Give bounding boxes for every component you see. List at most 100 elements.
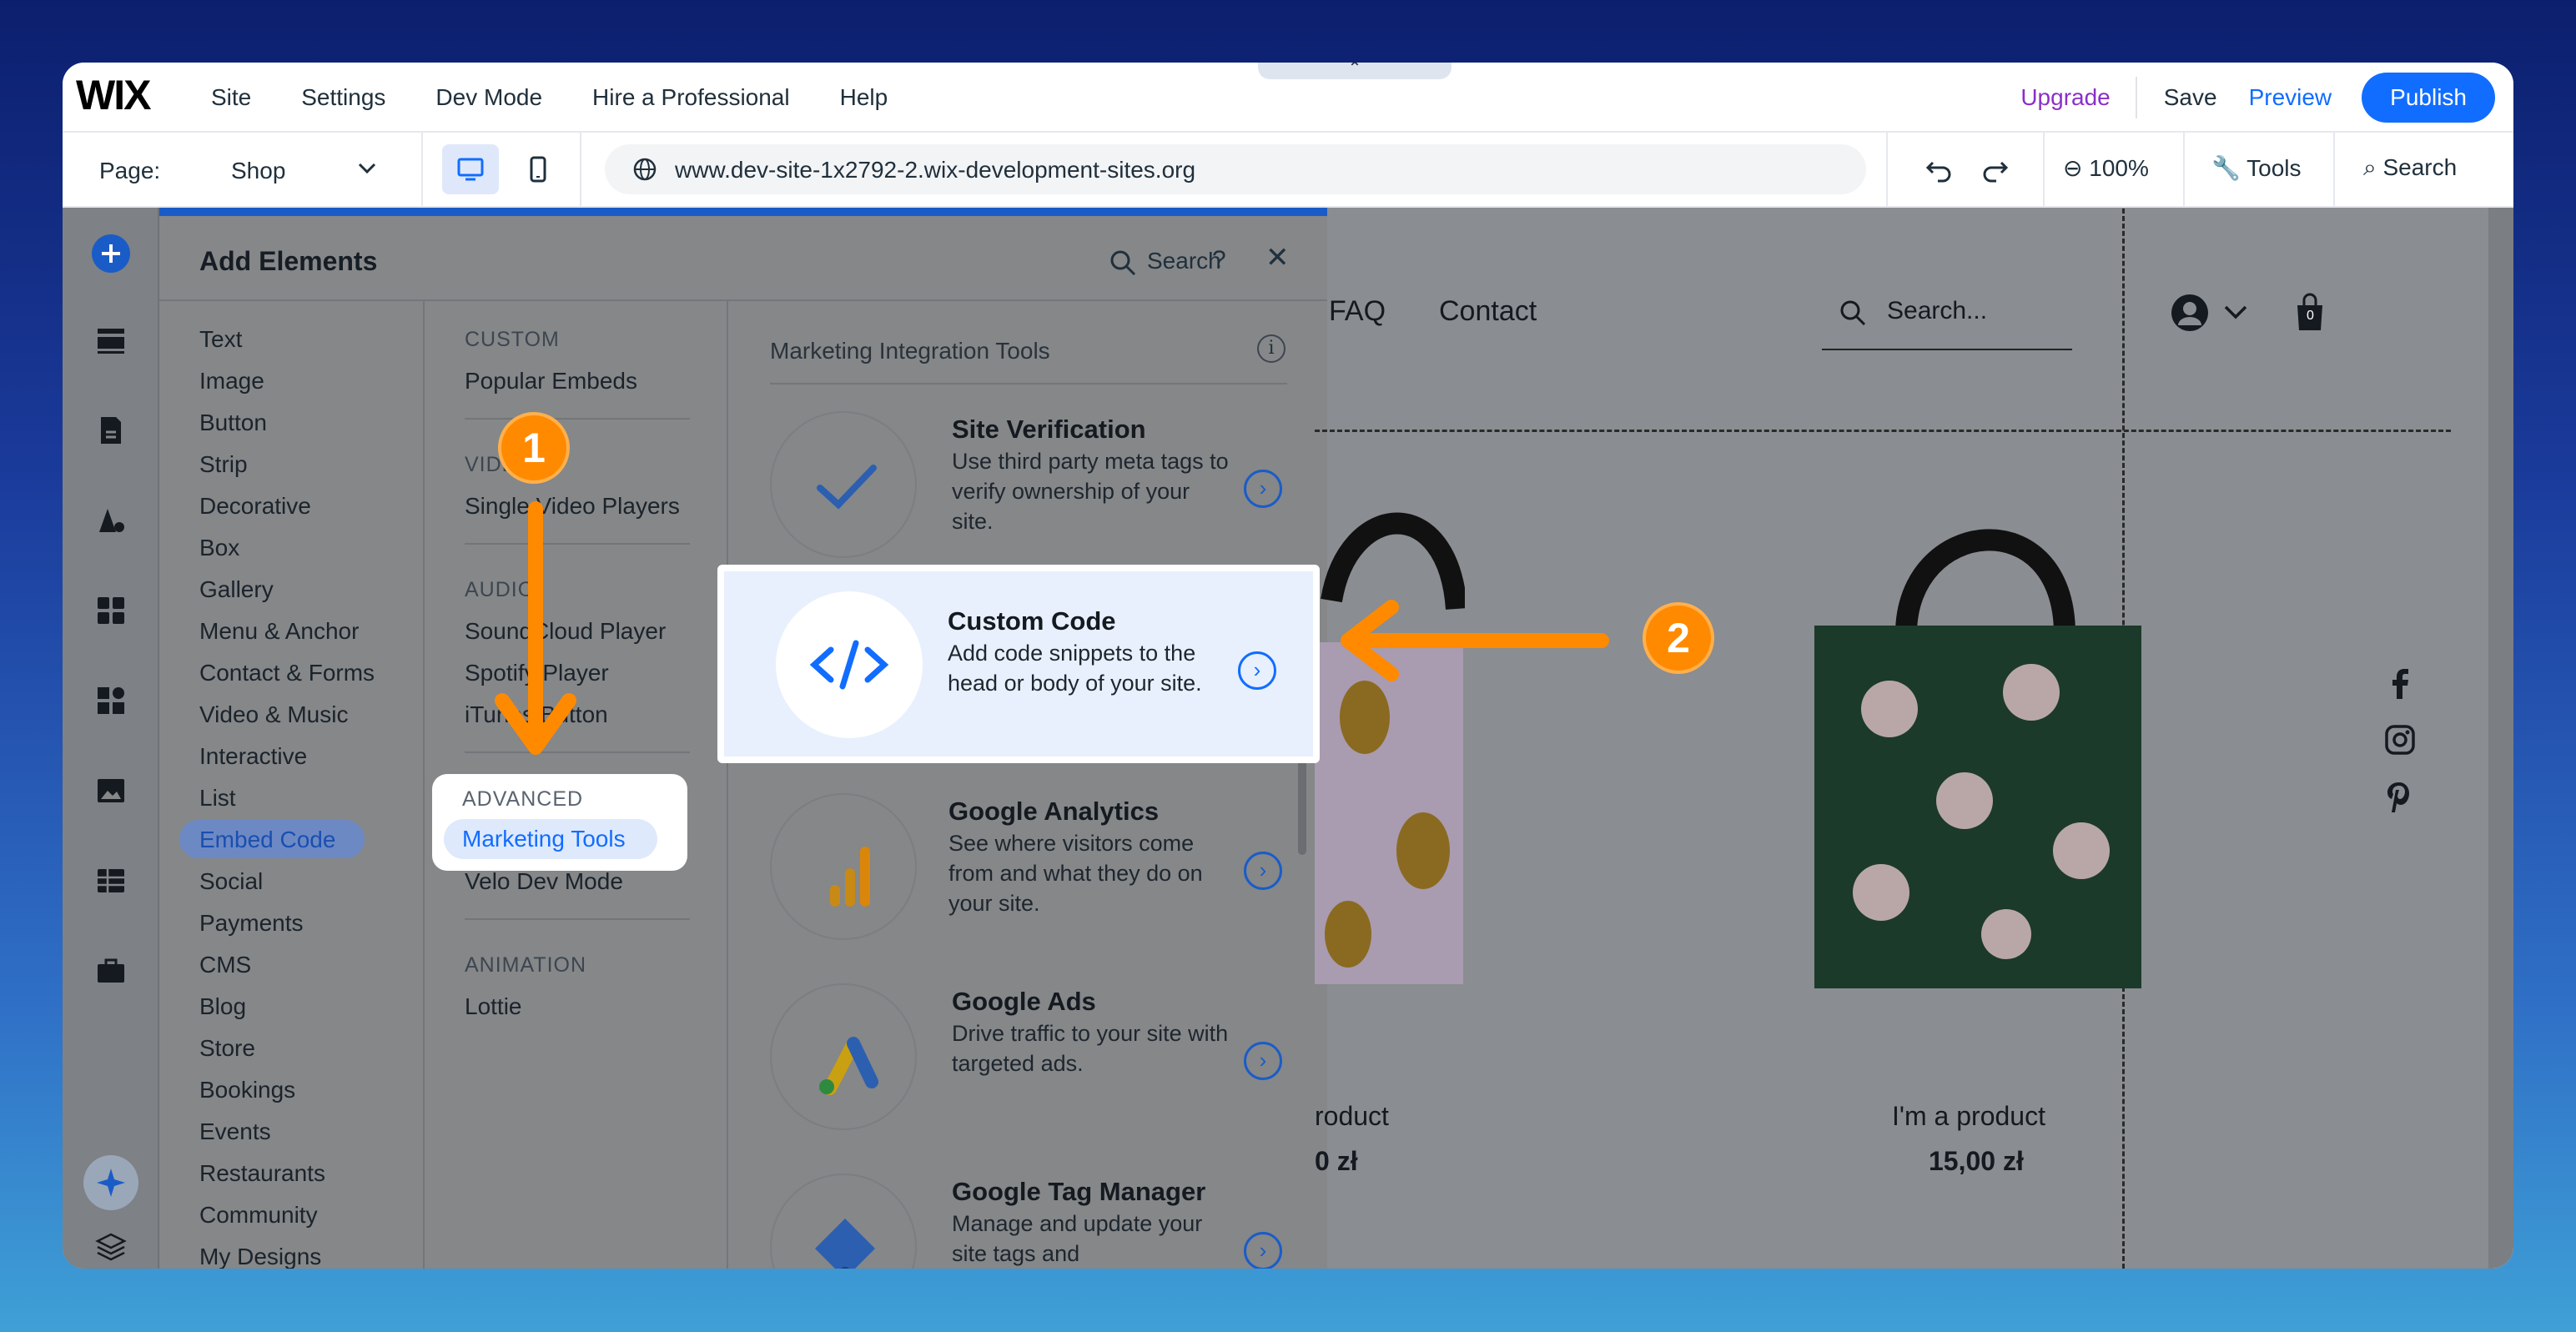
wrench-icon: 🔧 <box>2211 155 2241 181</box>
category-store[interactable]: Store <box>199 1035 255 1062</box>
facebook-icon[interactable] <box>2387 667 2412 701</box>
category-gallery[interactable]: Gallery <box>199 576 274 603</box>
category-payments[interactable]: Payments <box>199 910 304 937</box>
chevron-right-icon[interactable]: › <box>1238 651 1276 690</box>
panel-search-label: Search <box>1147 248 1221 274</box>
desktop-view-button[interactable] <box>442 144 499 194</box>
portfolio-icon[interactable] <box>90 950 132 992</box>
step-1-badge: 1 <box>498 412 570 484</box>
product-name[interactable]: I'm a product <box>1892 1101 2045 1132</box>
subsection-marketing-tools[interactable]: Marketing Tools <box>462 826 626 852</box>
category-community[interactable]: Community <box>199 1202 318 1229</box>
close-icon[interactable]: ✕ <box>1265 241 1290 274</box>
chevron-right-icon[interactable]: › <box>1244 852 1282 890</box>
site-url-field[interactable]: www.dev-site-1x2792-2.wix-development-si… <box>605 144 1866 194</box>
category-decorative[interactable]: Decorative <box>199 493 311 520</box>
category-list: Text Image Button Strip Decorative Box G… <box>159 301 425 1269</box>
instagram-icon[interactable] <box>2384 724 2416 756</box>
add-elements-icon[interactable] <box>90 233 132 274</box>
theme-icon[interactable] <box>90 500 132 541</box>
category-box[interactable]: Box <box>199 535 239 561</box>
category-interactive[interactable]: Interactive <box>199 743 307 770</box>
menu-settings[interactable]: Settings <box>301 84 385 111</box>
pinterest-icon[interactable] <box>2386 781 2412 814</box>
category-video-music[interactable]: Video & Music <box>199 701 348 728</box>
category-text[interactable]: Text <box>199 326 242 353</box>
category-list-item[interactable]: List <box>199 785 236 812</box>
menu-hire-professional[interactable]: Hire a Professional <box>592 84 790 111</box>
tool-card-custom-code[interactable]: Custom Code Add code snippets to the hea… <box>717 565 1320 763</box>
product-image-tote-hands[interactable] <box>1814 500 2156 988</box>
site-nav-faq[interactable]: FAQ <box>1329 295 1386 328</box>
chevron-right-icon[interactable]: › <box>1244 1042 1282 1080</box>
category-bookings[interactable]: Bookings <box>199 1077 295 1103</box>
cart-icon[interactable]: 0 <box>2292 292 2327 332</box>
category-strip[interactable]: Strip <box>199 451 248 478</box>
subsection-velo-dev-mode[interactable]: Velo Dev Mode <box>465 868 623 895</box>
tool-card-site-verification[interactable]: Site Verification Use third party meta t… <box>730 395 1327 585</box>
menu-dev-mode[interactable]: Dev Mode <box>435 84 542 111</box>
media-icon[interactable] <box>90 770 132 812</box>
preview-button[interactable]: Preview <box>2249 84 2332 111</box>
category-events[interactable]: Events <box>199 1118 271 1145</box>
undo-icon[interactable] <box>1921 151 1958 188</box>
product-name[interactable]: roduct <box>1315 1101 1389 1132</box>
category-cms[interactable]: CMS <box>199 952 251 978</box>
category-embed-code[interactable]: Embed Code <box>199 827 335 853</box>
divider <box>465 918 690 920</box>
editor-search-label: Search <box>2382 154 2458 180</box>
google-tag-manager-icon <box>770 1174 917 1269</box>
subsection-lottie[interactable]: Lottie <box>465 993 522 1020</box>
tool-card-google-tag-manager[interactable]: Google Tag Manager Manage and update you… <box>730 1157 1327 1269</box>
site-search-input[interactable]: Search... <box>1822 275 2072 350</box>
editor-search-button[interactable]: ⌕ Search <box>2363 154 2457 182</box>
tool-card-google-analytics[interactable]: Google Analytics See where visitors come… <box>730 777 1327 967</box>
topbar-actions: Upgrade Save Preview Publish <box>2020 63 2495 133</box>
chevron-right-icon[interactable]: › <box>1244 470 1282 508</box>
redo-icon[interactable] <box>1976 151 2013 188</box>
site-nav-contact[interactable]: Contact <box>1439 295 1537 328</box>
business-apps-icon[interactable] <box>90 680 132 721</box>
collapse-toolbar-handle[interactable]: ⌃ <box>1258 63 1452 79</box>
upgrade-link[interactable]: Upgrade <box>2020 84 2110 111</box>
page-select[interactable]: Shop <box>231 158 285 184</box>
subsection-popular-embeds[interactable]: Popular Embeds <box>465 368 637 395</box>
cart-count: 0 <box>2307 309 2314 323</box>
category-blog[interactable]: Blog <box>199 993 246 1020</box>
search-icon <box>1840 300 1866 326</box>
step-2-badge: 2 <box>1643 602 1714 674</box>
user-avatar-icon[interactable] <box>2169 292 2211 334</box>
sections-icon[interactable] <box>90 319 132 361</box>
mobile-view-button[interactable] <box>513 144 563 194</box>
product-image-tote-lemons[interactable] <box>1315 500 1467 984</box>
menu-help[interactable]: Help <box>840 84 888 111</box>
layers-icon[interactable] <box>90 1225 132 1267</box>
category-my-designs[interactable]: My Designs <box>199 1244 321 1269</box>
tools-button[interactable]: 🔧 Tools <box>2211 154 2302 182</box>
category-menu-anchor[interactable]: Menu & Anchor <box>199 618 359 645</box>
chevron-right-icon[interactable]: › <box>1244 1232 1282 1269</box>
info-icon[interactable]: i <box>1257 334 1285 363</box>
category-social[interactable]: Social <box>199 868 263 895</box>
section-header-custom: CUSTOM <box>465 328 560 351</box>
category-image[interactable]: Image <box>199 368 264 395</box>
category-restaurants[interactable]: Restaurants <box>199 1160 325 1187</box>
tool-card-google-ads[interactable]: Google Ads Drive traffic to your site wi… <box>730 967 1327 1157</box>
category-button[interactable]: Button <box>199 410 267 436</box>
zoom-control[interactable]: ⊖ 100% <box>2063 154 2149 182</box>
pages-icon[interactable] <box>90 410 132 451</box>
panel-search-button[interactable]: Search <box>1109 248 1221 277</box>
help-button[interactable]: ? <box>1212 246 1226 274</box>
ai-assistant-icon[interactable] <box>82 1154 140 1212</box>
publish-button[interactable]: Publish <box>2362 73 2495 123</box>
search-icon: ⌕ <box>2363 154 2377 180</box>
wix-logo[interactable]: WIX <box>76 71 151 119</box>
divider <box>2183 133 2185 208</box>
save-button[interactable]: Save <box>2164 84 2217 111</box>
chevron-down-icon[interactable] <box>2222 300 2249 324</box>
menu-site[interactable]: Site <box>211 84 251 111</box>
apps-icon[interactable] <box>90 590 132 631</box>
category-contact-forms[interactable]: Contact & Forms <box>199 660 375 686</box>
chevron-down-icon[interactable] <box>356 151 378 190</box>
cms-icon[interactable] <box>90 860 132 902</box>
